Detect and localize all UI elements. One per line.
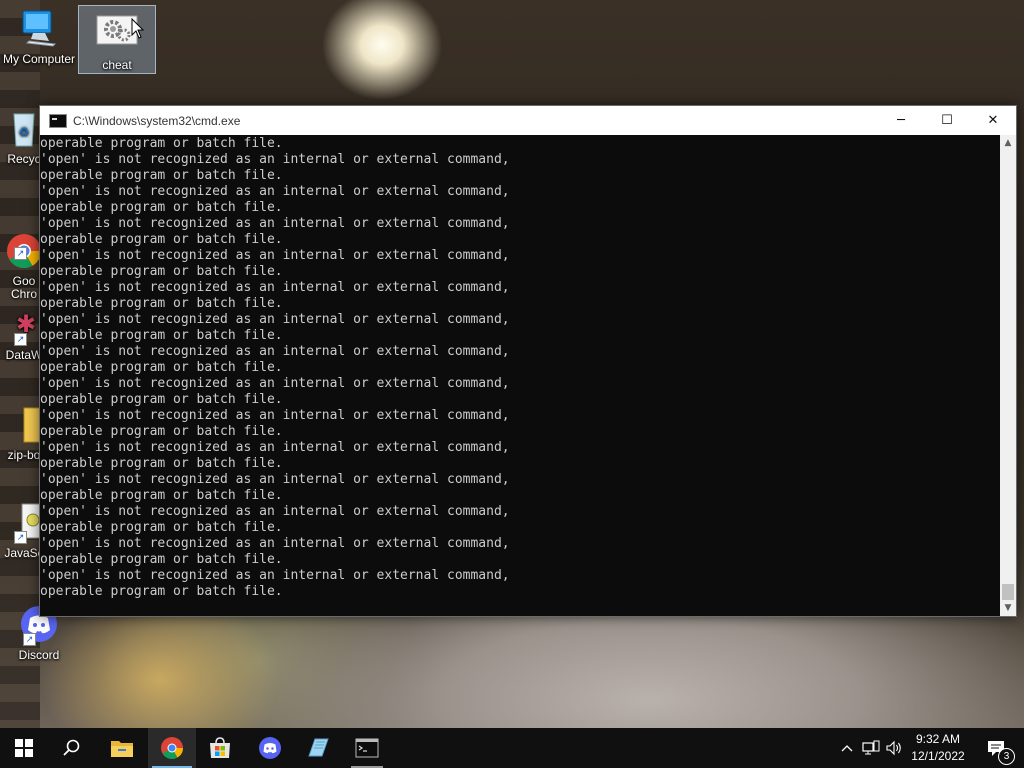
console-output[interactable]: operable program or batch file.'open' is… [40, 135, 1000, 616]
discord-taskbar-button[interactable] [246, 728, 294, 768]
console-line: 'open' is not recognized as an internal … [40, 472, 510, 487]
network-icon [862, 740, 880, 755]
console-line: operable program or batch file. [40, 552, 283, 567]
chevron-up-icon [841, 745, 853, 752]
console-line: operable program or batch file. [40, 232, 283, 247]
console-line: 'open' is not recognized as an internal … [40, 536, 510, 551]
console-line: 'open' is not recognized as an internal … [40, 408, 510, 423]
shortcut-arrow-icon: ↗ [23, 633, 36, 646]
microsoft-store-icon [210, 737, 230, 758]
scroll-up-arrow-icon[interactable]: ▲ [1000, 135, 1016, 151]
console-line: 'open' is not recognized as an internal … [40, 216, 510, 231]
start-button[interactable] [0, 728, 48, 768]
shortcut-arrow-icon: ↗ [14, 247, 27, 260]
desktop-icon-label: DataW [5, 348, 43, 362]
console-line: operable program or batch file. [40, 456, 283, 471]
console-line: 'open' is not recognized as an internal … [40, 376, 510, 391]
desktop-icon-my-computer[interactable]: My Computer [1, 8, 77, 66]
start-icon [15, 739, 33, 757]
maximize-button[interactable]: ☐ [924, 106, 970, 135]
notification-count-badge: 3 [998, 748, 1015, 765]
notepad-taskbar-button[interactable] [294, 728, 342, 768]
action-center-button[interactable]: 3 [978, 728, 1015, 768]
network-button[interactable] [859, 728, 883, 768]
console-line: 'open' is not recognized as an internal … [40, 152, 510, 167]
console-line: operable program or batch file. [40, 360, 283, 375]
minimize-button[interactable]: ─ [878, 106, 924, 135]
console-line: 'open' is not recognized as an internal … [40, 504, 510, 519]
notepad-icon [308, 738, 329, 757]
clock-date: 12/1/2022 [911, 749, 965, 763]
search-button[interactable] [48, 728, 96, 768]
taskbar: 9:32 AM 12/1/2022 3 [0, 728, 1024, 768]
chrome-icon [161, 737, 183, 759]
console-line: operable program or batch file. [40, 136, 283, 151]
maximize-icon: ☐ [941, 113, 953, 128]
show-hidden-icons-button[interactable] [837, 728, 857, 768]
vertical-scrollbar[interactable]: ▲ ▼ [1000, 135, 1016, 616]
console-line: 'open' is not recognized as an internal … [40, 344, 510, 359]
console-line: 'open' is not recognized as an internal … [40, 248, 510, 263]
computer-icon [15, 8, 63, 48]
mouse-cursor-icon [131, 18, 145, 39]
console-line: operable program or batch file. [40, 584, 283, 599]
console-line: operable program or batch file. [40, 424, 283, 439]
console-line: operable program or batch file. [40, 168, 283, 183]
console-line: operable program or batch file. [40, 200, 283, 215]
desktop-icon-label: Goo Chro [10, 274, 37, 301]
desktop-icon-label: JavaSc [4, 546, 44, 560]
console-line: 'open' is not recognized as an internal … [40, 312, 510, 327]
svg-text:♻: ♻ [19, 125, 30, 139]
scroll-down-arrow-icon[interactable]: ▼ [1000, 600, 1016, 616]
console-line: 'open' is not recognized as an internal … [40, 568, 510, 583]
console-line: operable program or batch file. [40, 264, 283, 279]
cmd-taskbar-button[interactable] [343, 728, 391, 768]
console-line: operable program or batch file. [40, 392, 283, 407]
console-line: operable program or batch file. [40, 296, 283, 311]
scroll-thumb[interactable] [1002, 584, 1014, 600]
shortcut-arrow-icon: ↗ [14, 531, 27, 544]
window-title: C:\Windows\system32\cmd.exe [73, 113, 241, 128]
console-line: operable program or batch file. [40, 328, 283, 343]
clock-time: 9:32 AM [915, 732, 961, 746]
desktop-icon-label: cheat [102, 58, 132, 72]
minimize-icon: ─ [897, 113, 905, 128]
desktop-icon-label: My Computer [2, 52, 76, 66]
cmd-icon [355, 738, 379, 758]
chrome-taskbar-button[interactable] [148, 728, 196, 768]
search-icon [63, 739, 80, 756]
cmd-window[interactable]: C:\Windows\system32\cmd.exe ─ ☐ ✕ operab… [39, 105, 1017, 617]
microsoft-store-button[interactable] [196, 728, 244, 768]
desktop-icon-label: Recyc [7, 152, 41, 166]
file-explorer-icon [111, 741, 133, 757]
console-line: operable program or batch file. [40, 520, 283, 535]
console-line: operable program or batch file. [40, 488, 283, 503]
clock[interactable]: 9:32 AM 12/1/2022 [900, 731, 976, 765]
console-line: 'open' is not recognized as an internal … [40, 440, 510, 455]
close-button[interactable]: ✕ [970, 106, 1016, 135]
shortcut-arrow-icon: ↗ [14, 333, 27, 346]
close-icon: ✕ [987, 113, 999, 128]
console-line: 'open' is not recognized as an internal … [40, 184, 510, 199]
file-explorer-button[interactable] [98, 728, 146, 768]
desktop-icon-label: Discord [18, 648, 60, 662]
console-line: 'open' is not recognized as an internal … [40, 280, 510, 295]
desktop-icon-label: zip-bo [7, 448, 41, 462]
discord-icon [259, 737, 281, 759]
console-lines: operable program or batch file.'open' is… [40, 136, 510, 600]
cmd-icon [49, 113, 67, 128]
window-titlebar[interactable]: C:\Windows\system32\cmd.exe ─ ☐ ✕ [40, 106, 1016, 135]
